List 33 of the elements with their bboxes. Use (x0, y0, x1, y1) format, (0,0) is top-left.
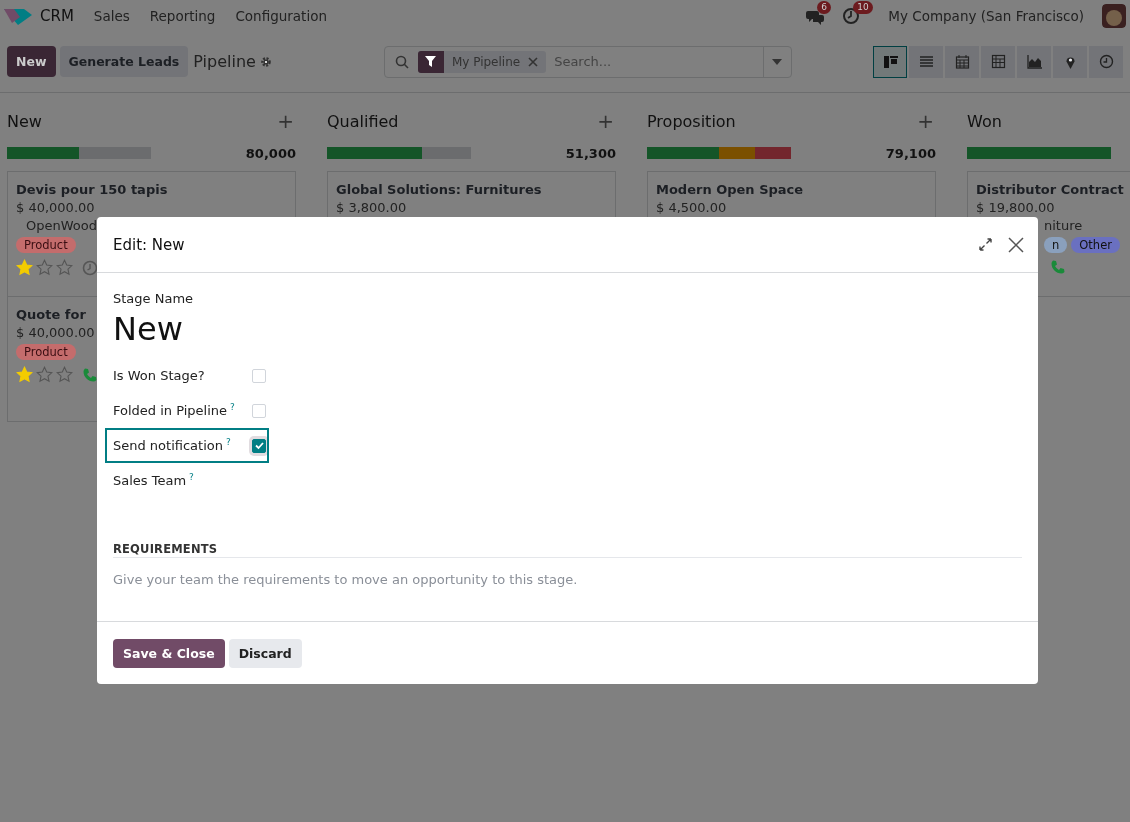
field-label: Is Won Stage? (113, 368, 206, 383)
facet-label: My Pipeline (450, 54, 522, 69)
card-amount: $ 19,800.00 (976, 200, 1055, 215)
tag: n (1044, 237, 1068, 253)
card-amount: $ 4,500.00 (656, 200, 727, 215)
column-title: Qualified (327, 111, 399, 131)
card-title: Modern Open Space (656, 182, 804, 197)
card-amount: $ 40,000.00 (16, 200, 95, 215)
column-total: 51,300 (565, 145, 616, 161)
card-amount: $ 40,000.00 (16, 325, 95, 340)
column-title: Proposition (647, 111, 736, 131)
activity-count: 10 (853, 1, 873, 14)
card-company: niture (1044, 218, 1083, 233)
field-label: Folded in Pipeline $^{?}$ (113, 402, 236, 419)
field-label: Stage Name (113, 291, 195, 306)
column-total: 80,000 (245, 145, 296, 161)
field-label: Sales Team $^{?}$ (113, 472, 195, 489)
column-total: 79,100 (885, 145, 936, 161)
card-title: Distributor Contract (976, 182, 1124, 197)
column-title: New (7, 111, 42, 131)
tag: Product (16, 237, 76, 253)
card-company: OpenWood (26, 218, 97, 233)
card-title: Devis pour 150 tapis (16, 182, 168, 197)
tag: Product (16, 344, 76, 360)
card-title: Quote for (16, 307, 86, 322)
column-title: Won (967, 111, 1002, 131)
field-label: Send notification $^{?}$ (113, 437, 232, 454)
card-amount: $ 3,800.00 (336, 200, 407, 215)
dialog-title: Edit: New (113, 235, 185, 254)
message-count: 6 (817, 1, 831, 14)
tag: Other (1071, 237, 1120, 253)
section-heading: REQUIREMENTS (113, 542, 1022, 558)
card-title: Global Solutions: Furnitures (336, 182, 542, 197)
